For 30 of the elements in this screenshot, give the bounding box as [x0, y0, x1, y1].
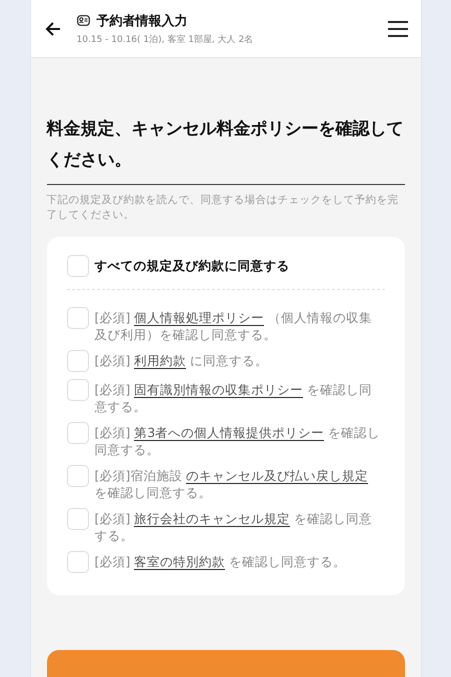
checkbox[interactable] [66, 465, 88, 487]
term-text: [必須] 固有識別情報の収集ポリシー を確認し同意する。 [94, 381, 374, 415]
checkbox[interactable] [66, 508, 88, 530]
checkbox[interactable] [66, 379, 88, 401]
term-text: [必須]宿泊施設 のキャンセル及び払い戻し規定 を確認し同意する。 [94, 467, 370, 501]
policy-link[interactable]: 旅行会社のキャンセル規定 [134, 511, 290, 527]
section-heading: 料金規定、キャンセル料金ポリシーを確認してください。 [46, 114, 404, 185]
term-text: [必須] 第3者への個人情報提供ポリシー を確認し同意する。 [94, 424, 382, 458]
policy-link[interactable]: 利用約款 [134, 353, 186, 369]
id-card-icon [76, 15, 90, 26]
policy-link[interactable]: 客室の特別約款 [134, 554, 226, 570]
menu-icon [386, 20, 408, 38]
checkbox[interactable] [66, 255, 88, 277]
term-text: [必須] 旅行会社のキャンセル規定 を確認し同意する。 [94, 510, 374, 544]
term-text: [必須] 客室の特別約款 を確認し同意する。 [94, 553, 346, 570]
checkbox[interactable] [66, 422, 88, 444]
menu-button[interactable] [386, 20, 408, 38]
instruction-text: 下記の規定及び約款を読んで、同意する場合はチェックをして予約を完了してください。 [46, 193, 400, 223]
term-text: [必須] 利用約款 に同意する。 [94, 352, 268, 369]
checkbox[interactable] [66, 350, 88, 372]
term-text: [必須] 個人情報処理ポリシー （個人情報の収集及び利用）を確認し同意する。 [94, 309, 374, 343]
checkbox[interactable] [66, 551, 88, 573]
policy-link[interactable]: 第3者への個人情報提供ポリシー [134, 425, 324, 441]
agree-all-label: すべての規定及び約款に同意する [94, 258, 290, 274]
booking-summary: 10.15 - 10.16( 1泊), 客室 1部屋, 大人 2名 [76, 34, 254, 46]
policy-link[interactable]: 固有識別情報の収集ポリシー [134, 382, 304, 398]
checkbox[interactable] [66, 307, 88, 329]
policy-link[interactable]: 個人情報処理ポリシー [134, 310, 264, 326]
page-title: 予約者情報入力 [96, 12, 188, 30]
policy-link[interactable]: のキャンセル及び払い戻し規定 [186, 468, 368, 484]
